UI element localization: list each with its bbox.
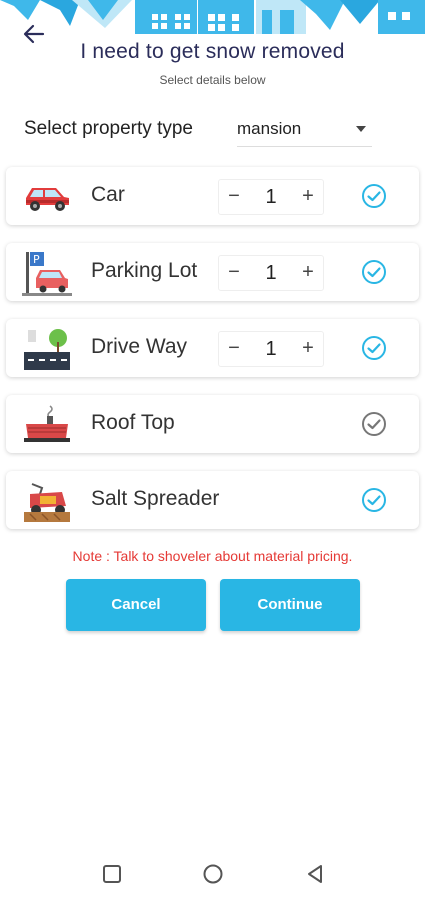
increment-button[interactable]: + <box>293 332 323 366</box>
home-icon[interactable] <box>201 862 225 886</box>
check-circle-icon[interactable] <box>361 183 387 209</box>
page-subtitle: Select details below <box>159 73 266 87</box>
increment-button[interactable]: + <box>293 256 323 290</box>
service-label: Drive Way <box>91 335 188 358</box>
service-label: Salt Spreader <box>91 487 220 510</box>
continue-button[interactable]: Continue <box>220 579 360 631</box>
service-card-car: Car − 1 + <box>6 167 419 225</box>
header-illustration <box>0 0 425 34</box>
dropdown-caret-icon <box>356 126 366 132</box>
service-label: Parking Lot <box>91 259 198 282</box>
driveway-icon <box>22 328 72 370</box>
service-card-drive-way: Drive Way − 1 + <box>6 319 419 377</box>
system-navigation-bar <box>0 840 425 900</box>
service-card-salt-spreader: Salt Spreader <box>6 471 419 529</box>
check-circle-icon[interactable] <box>361 335 387 361</box>
back-icon[interactable] <box>303 862 327 886</box>
pricing-note: Note : Talk to shoveler about material p… <box>72 548 353 564</box>
service-card-parking-lot: P Parking Lot − 1 + <box>6 243 419 301</box>
increment-button[interactable]: + <box>293 180 323 214</box>
decrement-button[interactable]: − <box>219 332 249 366</box>
property-type-dropdown[interactable]: mansion <box>237 112 372 147</box>
decrement-button[interactable]: − <box>219 180 249 214</box>
property-type-value: mansion <box>237 119 302 138</box>
service-label: Car <box>91 183 125 206</box>
check-circle-icon[interactable] <box>361 259 387 285</box>
car-icon <box>22 176 72 216</box>
parking-lot-icon: P <box>22 252 72 296</box>
decrement-button[interactable]: − <box>219 256 249 290</box>
cancel-button[interactable]: Cancel <box>66 579 206 631</box>
check-circle-icon[interactable] <box>361 411 387 437</box>
roof-top-icon <box>22 404 72 444</box>
quantity-value: 1 <box>265 338 277 360</box>
service-label: Roof Top <box>91 411 175 434</box>
quantity-stepper: − 1 + <box>218 179 324 215</box>
quantity-value: 1 <box>265 186 277 208</box>
page-title: I need to get snow removed <box>80 40 345 63</box>
quantity-value: 1 <box>265 262 277 284</box>
quantity-stepper: − 1 + <box>218 331 324 367</box>
recents-icon[interactable] <box>100 862 124 886</box>
svg-text:P: P <box>33 253 40 266</box>
service-card-roof-top: Roof Top <box>6 395 419 453</box>
check-circle-icon[interactable] <box>361 487 387 513</box>
property-type-label: Select property type <box>24 118 193 139</box>
quantity-stepper: − 1 + <box>218 255 324 291</box>
salt-spreader-icon <box>22 480 72 522</box>
